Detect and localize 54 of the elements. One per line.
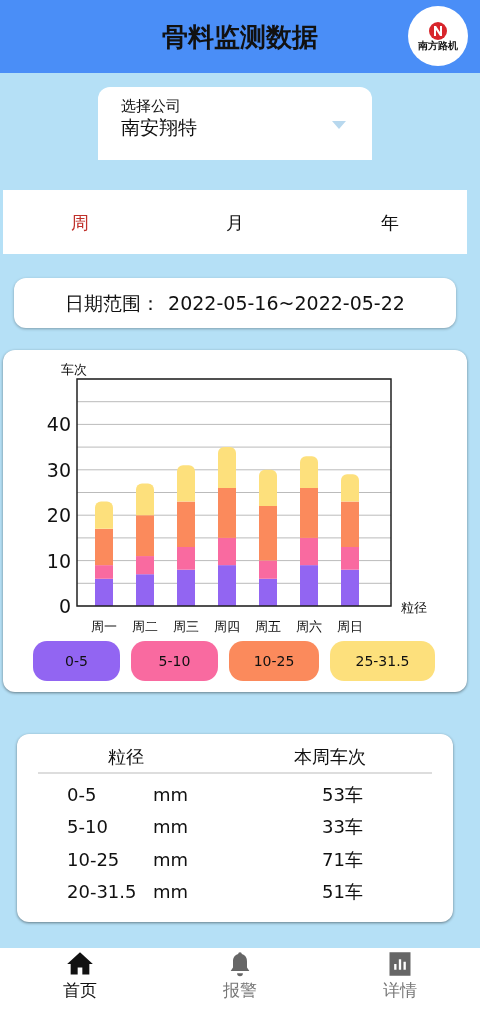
nav-tab[interactable]: 报警 xyxy=(217,948,263,1024)
logo-text: 南方路机 xyxy=(418,41,458,51)
y-tick-label: 0 xyxy=(58,595,71,617)
unit-cell-text: mm xyxy=(153,880,190,905)
legend-button[interactable]: 0-5 xyxy=(33,641,120,681)
bar-segment xyxy=(136,483,154,516)
bar-segment xyxy=(300,565,318,606)
period-tab[interactable]: 月 xyxy=(216,204,254,240)
select-value: 南安翔特 xyxy=(121,115,197,140)
select-label: 选择公司 xyxy=(121,97,181,115)
x-axis-title: 粒径 xyxy=(401,600,427,615)
bar-segment xyxy=(95,501,113,529)
nav-tab[interactable]: 首页 xyxy=(57,948,103,1024)
column-header: 粒径 xyxy=(108,744,144,769)
date-range-label: 日期范围： xyxy=(65,290,161,316)
dropdown-caret-icon[interactable] xyxy=(332,121,346,129)
x-tick-label: 周六 xyxy=(296,619,322,634)
unit-cell-text: mm xyxy=(153,782,190,807)
home-icon xyxy=(66,950,94,978)
legend-button[interactable]: 5-10 xyxy=(131,641,218,681)
size-cell-text: 5-10 xyxy=(67,815,109,840)
size-cell-text: 10-25 xyxy=(67,847,121,872)
period-tab[interactable]: 年 xyxy=(370,204,409,240)
x-tick-label: 周一 xyxy=(91,619,117,634)
page-title: 骨料监测数据 xyxy=(162,23,318,50)
unit-cell-text: mm xyxy=(153,847,190,872)
unit-cell-text: mm xyxy=(153,815,190,840)
size-cell-text: 0-5 xyxy=(67,782,98,807)
date-range-value: 2022-05-16~2022-05-22 xyxy=(168,290,405,316)
x-tick-label: 周二 xyxy=(132,619,158,634)
bar-segment xyxy=(218,447,236,488)
nav-tab[interactable]: 详情 xyxy=(377,948,423,1024)
legend-button[interactable]: 10-25 xyxy=(229,641,319,681)
logo-icon xyxy=(427,21,449,41)
size-cell-text: 20-31.5 xyxy=(67,880,138,905)
column-header: 本周车次 xyxy=(294,744,366,769)
x-tick-label: 周日 xyxy=(337,619,363,634)
y-tick-label: 10 xyxy=(46,549,71,572)
bar-segment xyxy=(218,565,236,606)
legend-button[interactable]: 25-31.5 xyxy=(330,641,435,681)
period-tab[interactable]: 周 xyxy=(61,204,100,240)
y-tick-label: 30 xyxy=(46,458,71,481)
y-tick-label: 20 xyxy=(46,504,71,527)
count-cell-text: 33车 xyxy=(322,815,363,840)
bar-segment xyxy=(177,465,195,502)
x-tick-label: 周五 xyxy=(255,619,281,634)
y-axis-title: 车次 xyxy=(61,362,87,377)
company-select[interactable]: 选择公司 南安翔特 xyxy=(98,87,372,160)
count-cell-text: 51车 xyxy=(322,880,363,905)
y-tick-label: 40 xyxy=(46,413,71,436)
x-tick-label: 周三 xyxy=(173,619,199,634)
count-cell-text: 53车 xyxy=(322,782,363,807)
count-cell-text: 71车 xyxy=(322,847,363,872)
x-tick-label: 周四 xyxy=(214,619,240,634)
